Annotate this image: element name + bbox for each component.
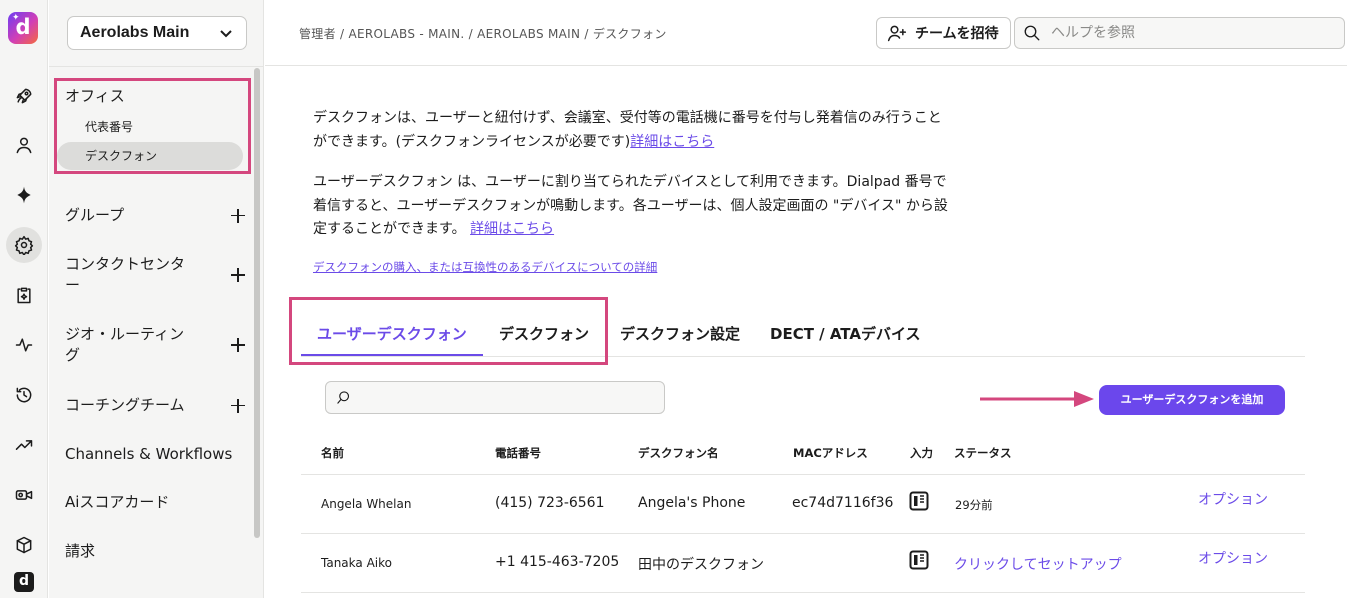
row-phone: (415) 723-6561 <box>495 495 605 511</box>
clipboard-sparkle-icon[interactable] <box>6 277 42 313</box>
sidebar-item-contact-center[interactable]: コンタクトセンター <box>65 254 245 296</box>
top-header: 管理者 / AEROLABS - MAIN. / AEROLABS MAIN /… <box>265 0 1347 66</box>
breadcrumb: 管理者 / AEROLABS - MAIN. / AEROLABS MAIN /… <box>299 27 667 41</box>
sidebar-item-geo-routing[interactable]: ジオ・ルーティング <box>65 324 245 366</box>
table-row: Angela Whelan (415) 723-6561 Angela's Ph… <box>301 475 1305 534</box>
sidebar-item-billing[interactable]: 請求 <box>65 541 245 562</box>
settings-sidebar: Aerolabs Main オフィス 代表番号 デスクフォン グループ コンタク… <box>49 0 264 598</box>
annotation-arrow-icon <box>980 391 1094 407</box>
sidebar-scrollbar[interactable] <box>254 68 260 538</box>
chevron-down-icon <box>220 30 232 38</box>
table-search-input[interactable] <box>359 390 659 405</box>
search-icon <box>337 391 350 404</box>
learn-more-link-1[interactable]: 詳細はこちら <box>630 134 714 150</box>
search-icon <box>1024 25 1040 41</box>
learn-more-link-2[interactable]: 詳細はこちら <box>470 221 554 237</box>
video-icon[interactable] <box>6 477 42 513</box>
column-header-status: ステータス <box>954 446 1012 460</box>
rocket-icon[interactable] <box>6 78 42 114</box>
history-icon[interactable] <box>6 377 42 413</box>
row-device-name: Angela's Phone <box>638 495 746 511</box>
table-row: Tanaka Aiko +1 415-463-7205 田中のデスクフォン クリ… <box>301 534 1305 593</box>
dialpad-mini-icon[interactable]: d <box>6 564 42 598</box>
table-search[interactable] <box>325 381 665 414</box>
sparkle-icon[interactable] <box>6 177 42 213</box>
person-icon[interactable] <box>6 127 42 163</box>
column-header-input: 入力 <box>910 446 933 460</box>
main-content: デスクフォンは、ユーザーと紐付けず、会議室、受付等の電話機に番号を付与し発着信の… <box>265 67 1347 598</box>
user-deskphone-description: ユーザーデスクフォン は、ユーザーに割り当てられたデバイスとして利用できます。D… <box>313 174 948 237</box>
trending-icon[interactable] <box>6 427 42 463</box>
row-status: 29分前 <box>955 498 993 512</box>
deskphone-device-icon <box>909 550 929 574</box>
app-rail: ✦ d d <box>0 0 48 598</box>
help-search-input[interactable] <box>1051 25 1331 41</box>
row-mac-address: ec74d7116f36 <box>792 495 894 511</box>
row-device-name: 田中のデスクフォン <box>638 557 764 573</box>
add-user-deskphone-button[interactable]: ユーザーデスクフォンを追加 <box>1099 385 1285 415</box>
tab-deskphone-settings[interactable]: デスクフォン設定 <box>620 323 740 356</box>
highlight-box-office <box>54 78 251 174</box>
column-header-name: 名前 <box>321 446 344 460</box>
row-name: Angela Whelan <box>321 497 412 511</box>
column-header-mac-address: MACアドレス <box>793 446 868 460</box>
column-header-phone: 電話番号 <box>495 446 541 460</box>
help-search[interactable] <box>1014 17 1345 49</box>
settings-gear-icon[interactable] <box>6 227 42 263</box>
plus-icon[interactable] <box>231 398 245 413</box>
purchase-compatible-devices-link[interactable]: デスクフォンの購入、または互換性のあるデバイスについての詳細 <box>313 259 657 275</box>
setup-link[interactable]: クリックしてセットアップ <box>954 554 1122 574</box>
row-phone: +1 415-463-7205 <box>495 554 620 570</box>
table-header: 名前 電話番号 デスクフォン名 MACアドレス 入力 ステータス <box>301 433 1305 475</box>
organization-name: Aerolabs Main <box>80 24 190 41</box>
deskphone-table: 名前 電話番号 デスクフォン名 MACアドレス 入力 ステータス Angela … <box>301 433 1305 593</box>
sidebar-item-groups[interactable]: グループ <box>65 205 245 226</box>
deskphone-description: デスクフォンは、ユーザーと紐付けず、会議室、受付等の電話機に番号を付与し発着信の… <box>313 110 942 150</box>
dialpad-logo-icon[interactable]: ✦ d <box>8 12 38 44</box>
column-header-device-name: デスクフォン名 <box>638 446 719 460</box>
highlight-box-tabs <box>289 297 608 365</box>
row-name: Tanaka Aiko <box>321 556 392 570</box>
activity-icon[interactable] <box>6 327 42 363</box>
invite-team-button[interactable]: チームを招待 <box>876 17 1011 49</box>
sidebar-item-channels-workflows[interactable]: Channels & Workflows <box>65 444 245 465</box>
organization-select[interactable]: Aerolabs Main <box>67 16 247 50</box>
cube-icon[interactable] <box>6 527 42 563</box>
add-person-icon <box>887 25 907 42</box>
row-options-link[interactable]: オプション <box>1198 548 1268 568</box>
row-options-link[interactable]: オプション <box>1198 489 1268 509</box>
sidebar-divider <box>49 66 263 67</box>
tab-dect-ata-devices[interactable]: DECT / ATAデバイス <box>770 323 921 356</box>
sidebar-item-ai-scorecard[interactable]: Aiスコアカード <box>65 492 245 513</box>
sidebar-item-coaching-teams[interactable]: コーチングチーム <box>65 395 245 416</box>
deskphone-device-icon <box>909 491 929 515</box>
plus-icon[interactable] <box>231 268 245 282</box>
plus-icon[interactable] <box>231 208 245 223</box>
plus-icon[interactable] <box>231 338 245 352</box>
